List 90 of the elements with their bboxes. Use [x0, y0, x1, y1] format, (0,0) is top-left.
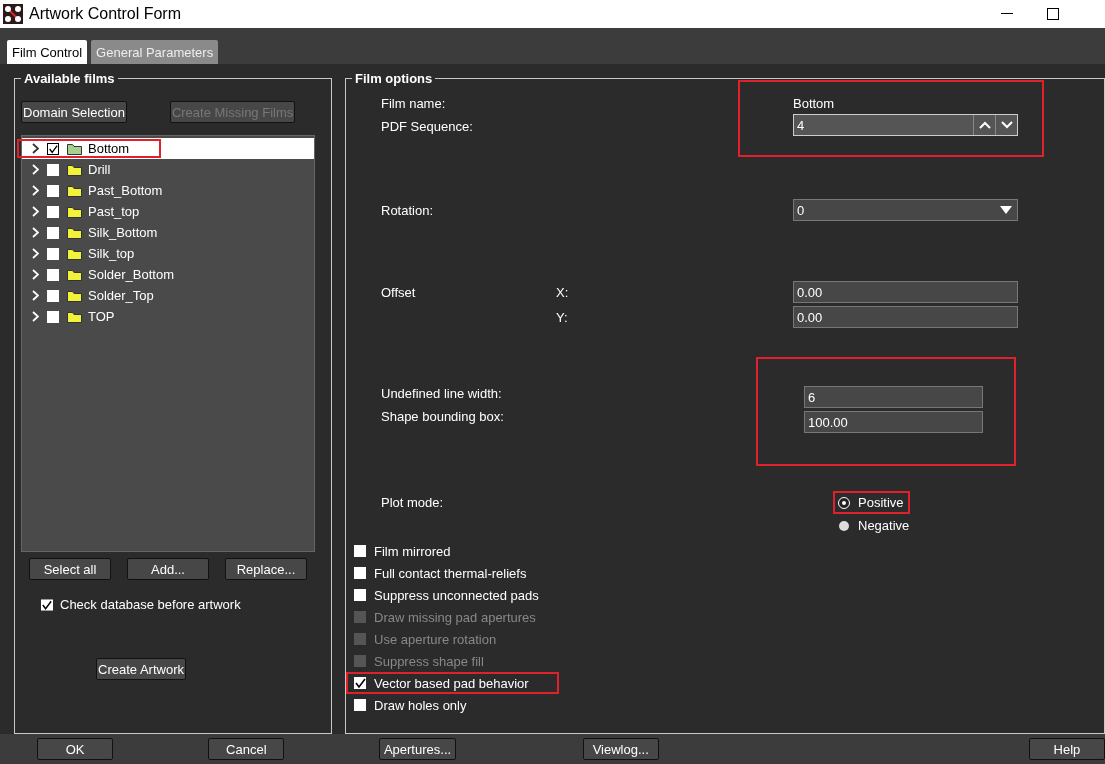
field-label: Plot mode:	[381, 494, 445, 510]
film-row[interactable]: Drill	[22, 159, 314, 180]
checkbox-label: Check database before artwork	[60, 597, 241, 612]
film-name: Past_Bottom	[88, 183, 163, 198]
checkbox[interactable]	[47, 310, 59, 323]
checkbox[interactable]	[47, 205, 59, 218]
panel-title: Film options	[354, 71, 434, 86]
create-artwork-button[interactable]: Create Artwork	[96, 658, 186, 680]
app-logo-icon	[3, 4, 23, 24]
folder-icon	[67, 226, 82, 239]
footer-button[interactable]: Cancel	[208, 738, 285, 760]
film-name: Silk_Bottom	[88, 225, 158, 240]
folder-icon	[67, 205, 82, 218]
folder-icon	[67, 289, 82, 302]
radio-button[interactable]	[839, 497, 849, 508]
folder-icon	[67, 247, 82, 260]
film-name: Past_top	[88, 204, 140, 219]
rotation-dropdown[interactable]: 0	[793, 199, 1018, 221]
checkbox[interactable]	[47, 142, 59, 155]
folder-icon	[67, 310, 82, 323]
folder-icon	[67, 184, 82, 197]
tab[interactable]: Film Control	[7, 40, 88, 64]
film-row[interactable]: Past_top	[22, 201, 314, 222]
input-field[interactable]: 0.00	[793, 281, 1018, 303]
down-icon[interactable]	[1000, 121, 1013, 129]
checkbox[interactable]	[47, 184, 59, 197]
film-row[interactable]: Silk_top	[22, 243, 314, 264]
input-field[interactable]: 6	[804, 386, 983, 408]
input-field[interactable]: 0.00	[793, 306, 1018, 328]
checkbox[interactable]	[354, 567, 366, 579]
checkbox[interactable]	[354, 589, 366, 601]
checkbox-label: Suppress unconnected pads	[374, 587, 539, 603]
checkbox-label: Film mirrored	[374, 543, 451, 559]
minimize-icon[interactable]	[1001, 13, 1013, 15]
film-name: Solder_Bottom	[88, 267, 174, 282]
field-label: Rotation:	[381, 202, 435, 218]
checkbox[interactable]	[47, 268, 59, 281]
panel-button[interactable]: Domain Selection	[21, 101, 127, 123]
checkbox[interactable]	[47, 163, 59, 176]
field-label: Undefined line width:	[381, 386, 503, 401]
maximize-icon[interactable]	[1047, 8, 1059, 20]
window-title: Artwork Control Form	[29, 5, 182, 23]
film-name: Bottom	[88, 141, 130, 156]
film-name: Silk_top	[88, 246, 135, 261]
up-icon[interactable]	[978, 121, 991, 129]
checkbox[interactable]	[354, 699, 366, 711]
film-name: Drill	[88, 162, 111, 177]
input-field[interactable]: 100.00	[804, 411, 983, 433]
film-row[interactable]: Silk_Bottom	[22, 222, 314, 243]
checkbox-label: Draw holes only	[374, 697, 467, 713]
checkbox[interactable]	[354, 677, 366, 689]
checkbox-label: Use aperture rotation	[374, 631, 497, 647]
field-label: PDF Sequence:	[381, 119, 474, 134]
list-button[interactable]: Add...	[127, 558, 209, 580]
checkbox-label: Draw missing pad apertures	[374, 609, 536, 625]
radio-label: Negative	[858, 518, 910, 533]
list-button[interactable]: Replace...	[225, 558, 307, 580]
checkbox[interactable]	[354, 545, 366, 557]
footer-button[interactable]: Apertures...	[379, 738, 456, 760]
panel-title: Available films	[23, 71, 116, 86]
checkbox[interactable]	[47, 226, 59, 239]
field-label: Shape bounding box:	[381, 409, 505, 424]
checkbox-label: Vector based pad behavior	[374, 675, 529, 691]
folder-icon	[67, 268, 82, 281]
folder-icon	[67, 142, 82, 155]
checkbox[interactable]	[47, 289, 59, 302]
field-label: Film name:	[381, 96, 447, 111]
film-name: Solder_Top	[88, 288, 154, 303]
film-row[interactable]: Past_Bottom	[22, 180, 314, 201]
field-label: Offset	[381, 284, 417, 300]
footer-button[interactable]: OK	[37, 738, 114, 760]
field-label: Y:	[556, 309, 569, 325]
checkbox[interactable]	[47, 247, 59, 260]
checkbox-label: Full contact thermal-reliefs	[374, 565, 527, 581]
footer-button[interactable]: Help	[1028, 738, 1105, 760]
list-button[interactable]: Select all	[29, 558, 111, 580]
radio-button[interactable]	[839, 520, 849, 531]
footer-button[interactable]: Viewlog...	[582, 738, 659, 760]
film-row[interactable]: Solder_Bottom	[22, 264, 314, 285]
film-row[interactable]: Solder_Top	[22, 285, 314, 306]
spin-field[interactable]: 4	[793, 114, 1018, 136]
film-name: TOP	[88, 309, 115, 324]
folder-icon	[67, 163, 82, 176]
field-label: X:	[556, 284, 570, 300]
dropdown-arrow-icon	[1000, 206, 1012, 214]
checkbox[interactable]	[41, 598, 53, 611]
radio-label: Positive	[858, 495, 904, 510]
film-row[interactable]: TOP	[22, 306, 314, 327]
checkbox-label: Suppress shape fill	[374, 653, 484, 669]
film-name-value: Bottom	[793, 96, 836, 111]
